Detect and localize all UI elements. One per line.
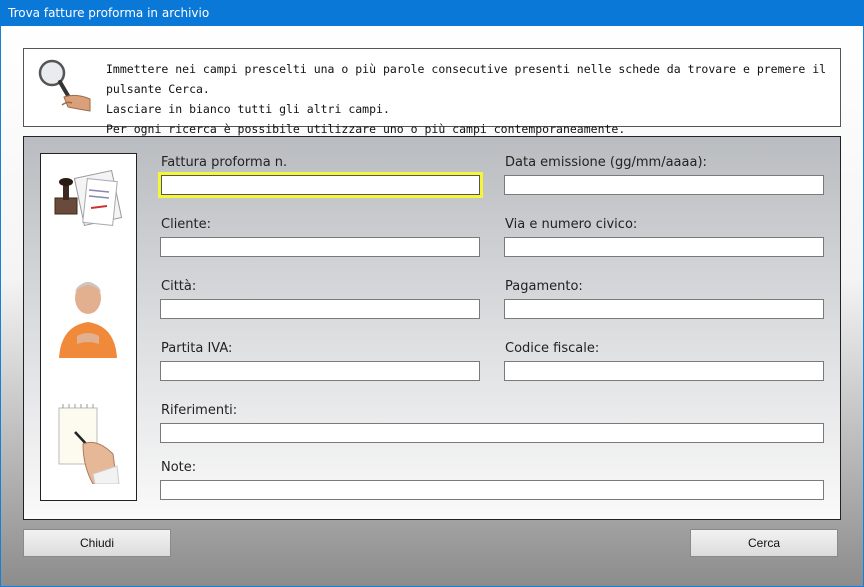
citta-label: Città: xyxy=(161,279,197,294)
writing-hand-icon xyxy=(58,404,120,484)
close-button[interactable]: Chiudi xyxy=(23,529,171,557)
cliente-label: Cliente: xyxy=(161,217,212,232)
instruction-line-2: Lasciare in bianco tutti gli altri campi… xyxy=(106,102,390,116)
search-form-panel: Fattura proforma n. Data emissione (gg/m… xyxy=(23,136,841,520)
instruction-line-1: Immettere nei campi prescelti una o più … xyxy=(106,62,827,96)
data-emissione-label: Data emissione (gg/mm/aaaa): xyxy=(505,155,707,170)
data-emissione-input[interactable] xyxy=(504,175,824,195)
illustration-column xyxy=(40,153,137,501)
via-input[interactable] xyxy=(504,237,824,257)
instructions-box: Immettere nei campi prescelti una o più … xyxy=(23,48,841,136)
dialog-body: Immettere nei campi prescelti una o più … xyxy=(1,26,863,586)
note-input[interactable] xyxy=(160,480,824,500)
dialog-window: Trova fatture proforma in archivio Immet… xyxy=(0,0,864,587)
codice-fiscale-label: Codice fiscale: xyxy=(505,341,600,356)
partita-iva-label: Partita IVA: xyxy=(161,341,233,356)
riferimenti-input[interactable] xyxy=(160,423,824,443)
pagamento-label: Pagamento: xyxy=(505,279,583,294)
via-label: Via e numero civico: xyxy=(505,217,638,232)
invoice-stamp-icon xyxy=(54,169,123,227)
title-bar[interactable]: Trova fatture proforma in archivio xyxy=(0,0,864,26)
note-label: Note: xyxy=(161,460,197,475)
cliente-input[interactable] xyxy=(160,237,480,257)
search-button[interactable]: Cerca xyxy=(690,529,838,557)
partita-iva-input[interactable] xyxy=(160,361,480,381)
riferimenti-label: Riferimenti: xyxy=(161,403,238,418)
fattura-label: Fattura proforma n. xyxy=(161,155,288,170)
window-title: Trova fatture proforma in archivio xyxy=(8,6,210,20)
fattura-input[interactable] xyxy=(158,172,483,198)
magnifier-hand-icon xyxy=(38,59,91,112)
pagamento-input[interactable] xyxy=(504,299,824,319)
citta-input[interactable] xyxy=(160,299,480,319)
codice-fiscale-input[interactable] xyxy=(504,361,824,381)
man-portrait-icon xyxy=(59,282,117,358)
